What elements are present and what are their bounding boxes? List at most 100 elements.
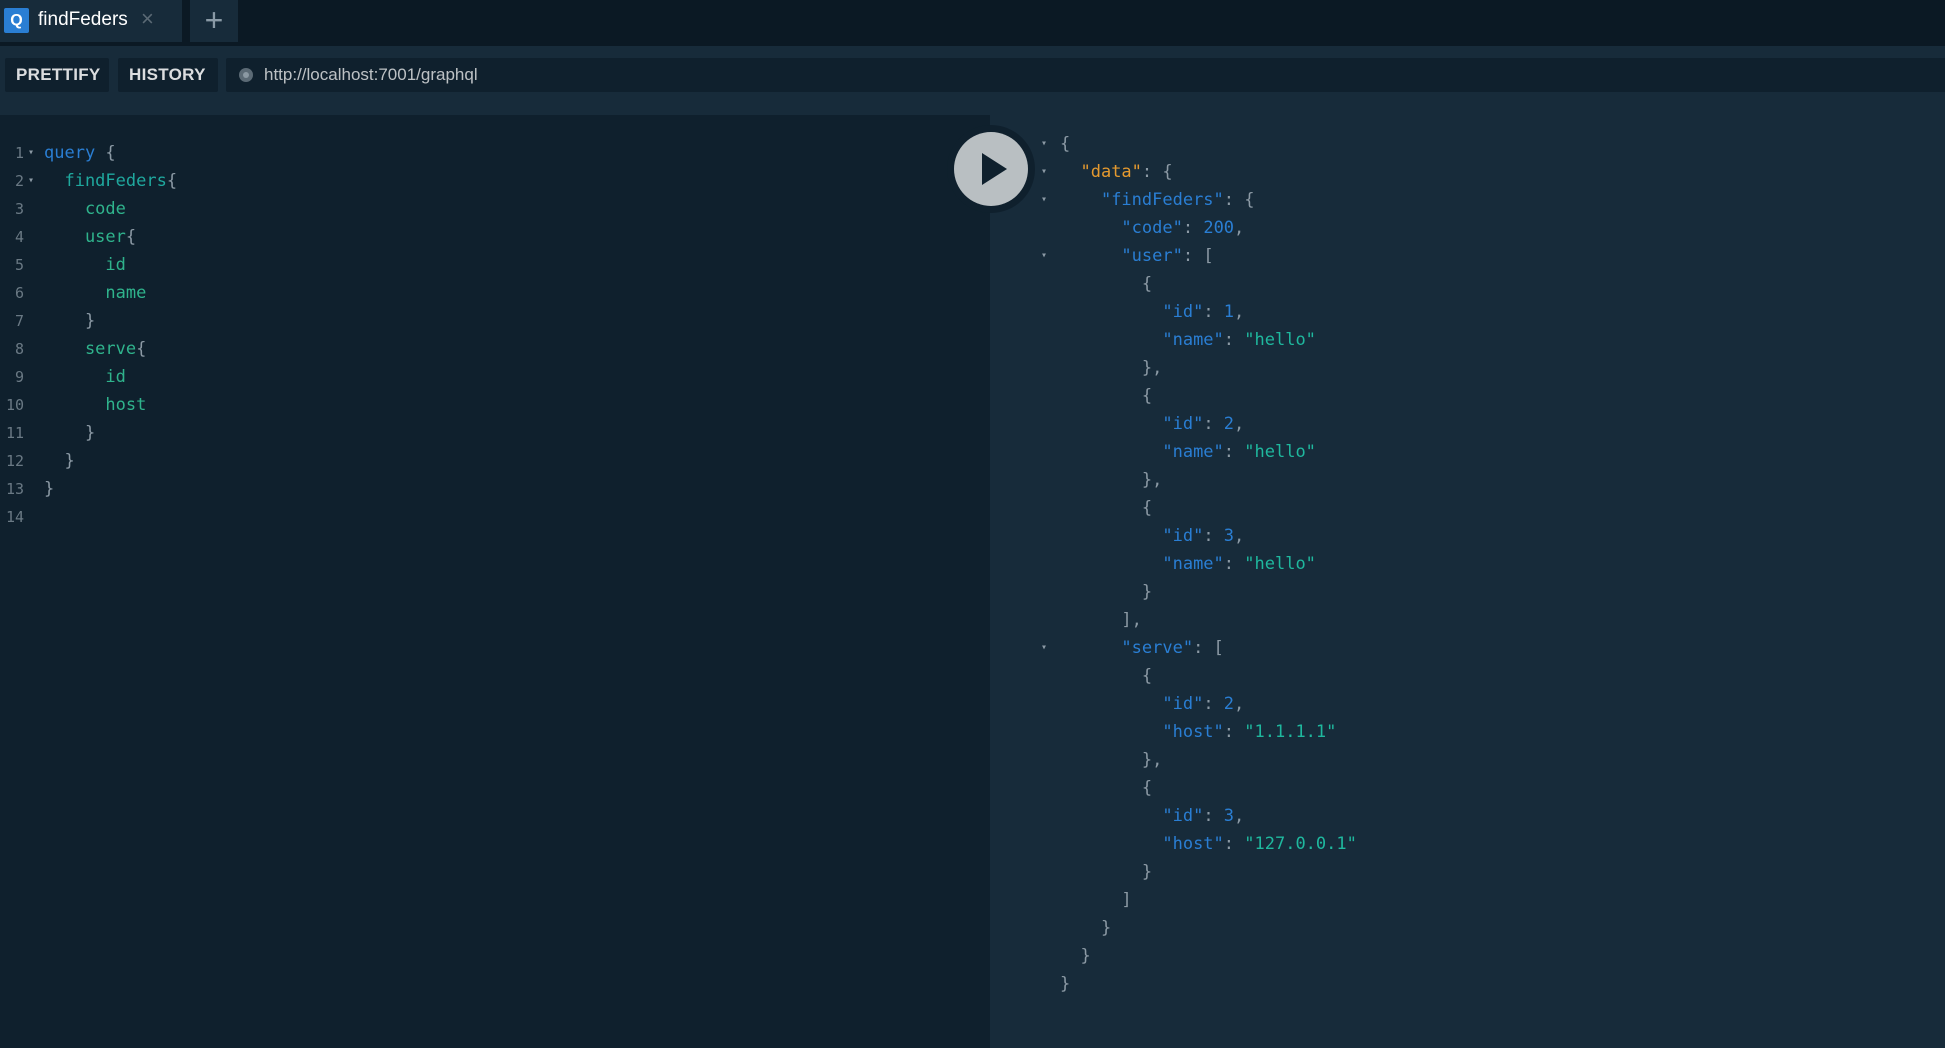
- endpoint-url-input[interactable]: http://localhost:7001/graphql: [226, 58, 1945, 92]
- fold-arrow-icon[interactable]: ▾: [28, 139, 34, 167]
- result-line: "id": 3,: [990, 802, 1945, 830]
- close-icon[interactable]: ×: [141, 6, 154, 32]
- result-text: "id": 3,: [1060, 522, 1244, 550]
- result-token: [1060, 190, 1101, 210]
- result-token: :: [1223, 834, 1245, 854]
- editor-line[interactable]: 5 id: [0, 251, 990, 279]
- play-button-inner: [954, 132, 1028, 206]
- result-token: "host": [1162, 722, 1224, 742]
- result-line: },: [990, 746, 1945, 774]
- result-text: "id": 3,: [1060, 802, 1244, 830]
- result-line: "id": 2,: [990, 690, 1945, 718]
- result-line: "code": 200,: [990, 214, 1945, 242]
- editor-line[interactable]: 11 }: [0, 419, 990, 447]
- editor-line[interactable]: 9 id: [0, 363, 990, 391]
- result-token: :: [1182, 218, 1204, 238]
- result-line: ▾ "serve": [: [990, 634, 1945, 662]
- prettify-button[interactable]: PRETTIFY: [5, 58, 109, 92]
- code-text: code: [44, 195, 126, 223]
- code-token: }: [44, 479, 55, 499]
- history-button[interactable]: HISTORY: [118, 58, 218, 92]
- result-text: "user": [: [1060, 242, 1214, 270]
- editor-line[interactable]: 8 serve{: [0, 335, 990, 363]
- editor-line[interactable]: 7 }: [0, 307, 990, 335]
- result-line: "name": "hello": [990, 550, 1945, 578]
- tab-findfeders[interactable]: Q findFeders ×: [0, 0, 182, 42]
- status-dot-icon: [239, 68, 253, 82]
- line-number: 13: [5, 480, 24, 498]
- editor-line[interactable]: 13}: [0, 475, 990, 503]
- result-token: }: [1060, 862, 1153, 882]
- result-text: "host": "1.1.1.1": [1060, 718, 1336, 746]
- result-text: ],: [1060, 606, 1142, 634]
- result-token: }: [1060, 582, 1153, 602]
- fold-arrow-icon[interactable]: ▾: [1041, 158, 1047, 186]
- result-text: "host": "127.0.0.1": [1060, 830, 1357, 858]
- result-token: [1060, 302, 1162, 322]
- result-token: "id": [1162, 414, 1204, 434]
- line-number: 9: [14, 368, 24, 386]
- editor-line[interactable]: 6 name: [0, 279, 990, 307]
- result-token: : [: [1182, 246, 1214, 266]
- editor-line[interactable]: 14: [0, 503, 990, 531]
- result-text: }: [1060, 578, 1152, 606]
- result-line: },: [990, 354, 1945, 382]
- code-token: }: [44, 423, 96, 443]
- result-text: "findFeders": {: [1060, 186, 1255, 214]
- result-token: ]: [1060, 890, 1132, 910]
- line-number: 10: [5, 396, 24, 414]
- query-editor[interactable]: 1 ▾ query {2 ▾ findFeders{3 code 4 user{5 id…: [0, 115, 990, 1048]
- code-token: serve: [44, 339, 137, 359]
- editor-line[interactable]: 2 ▾ findFeders{: [0, 167, 990, 195]
- result-token: ],: [1060, 610, 1142, 630]
- fold-arrow-icon[interactable]: ▾: [1041, 242, 1047, 270]
- result-text: }: [1060, 970, 1070, 998]
- editor-line[interactable]: 3 code: [0, 195, 990, 223]
- line-number: 14: [5, 508, 24, 526]
- code-text: host: [44, 391, 146, 419]
- result-token: 2: [1223, 694, 1235, 714]
- endpoint-url-text: http://localhost:7001/graphql: [264, 65, 478, 84]
- code-token: }: [44, 451, 75, 471]
- code-token: user: [44, 227, 126, 247]
- result-line: ▾ "data": {: [990, 158, 1945, 186]
- result-text: {: [1060, 130, 1070, 158]
- result-token: {: [1060, 666, 1153, 686]
- result-token: :: [1223, 554, 1245, 574]
- editor-line[interactable]: 1 ▾ query {: [0, 139, 990, 167]
- result-token: :: [1223, 442, 1245, 462]
- result-token: : {: [1141, 162, 1173, 182]
- editor-line[interactable]: 10 host: [0, 391, 990, 419]
- line-number: 1: [14, 144, 24, 162]
- result-token: ,: [1234, 694, 1245, 714]
- result-token: ,: [1234, 302, 1245, 322]
- fold-arrow-icon[interactable]: ▾: [1041, 130, 1047, 158]
- result-token: :: [1223, 330, 1245, 350]
- result-token: [1060, 638, 1121, 658]
- result-text: "data": {: [1060, 158, 1173, 186]
- result-text: {: [1060, 270, 1152, 298]
- fold-arrow-icon[interactable]: ▾: [1041, 186, 1047, 214]
- plus-icon[interactable]: +: [190, 0, 238, 42]
- result-token: "user": [1121, 246, 1183, 266]
- result-text: }: [1060, 858, 1152, 886]
- code-text: name: [44, 279, 146, 307]
- result-text: "name": "hello": [1060, 326, 1316, 354]
- result-token: }: [1060, 918, 1112, 938]
- result-token: "hello": [1244, 330, 1316, 350]
- result-token: :: [1203, 694, 1224, 714]
- result-text: {: [1060, 774, 1152, 802]
- fold-arrow-icon[interactable]: ▾: [1041, 634, 1047, 662]
- code-token: {: [95, 143, 116, 163]
- result-token: }: [1060, 974, 1071, 994]
- code-token: {: [125, 227, 137, 247]
- result-text: {: [1060, 382, 1152, 410]
- line-number: 12: [5, 452, 24, 470]
- result-token: ,: [1234, 806, 1245, 826]
- code-text: id: [44, 363, 125, 391]
- play-button[interactable]: [947, 125, 1035, 213]
- editor-line[interactable]: 4 user{: [0, 223, 990, 251]
- editor-line[interactable]: 12 }: [0, 447, 990, 475]
- fold-arrow-icon[interactable]: ▾: [28, 167, 34, 195]
- result-token: },: [1060, 470, 1163, 490]
